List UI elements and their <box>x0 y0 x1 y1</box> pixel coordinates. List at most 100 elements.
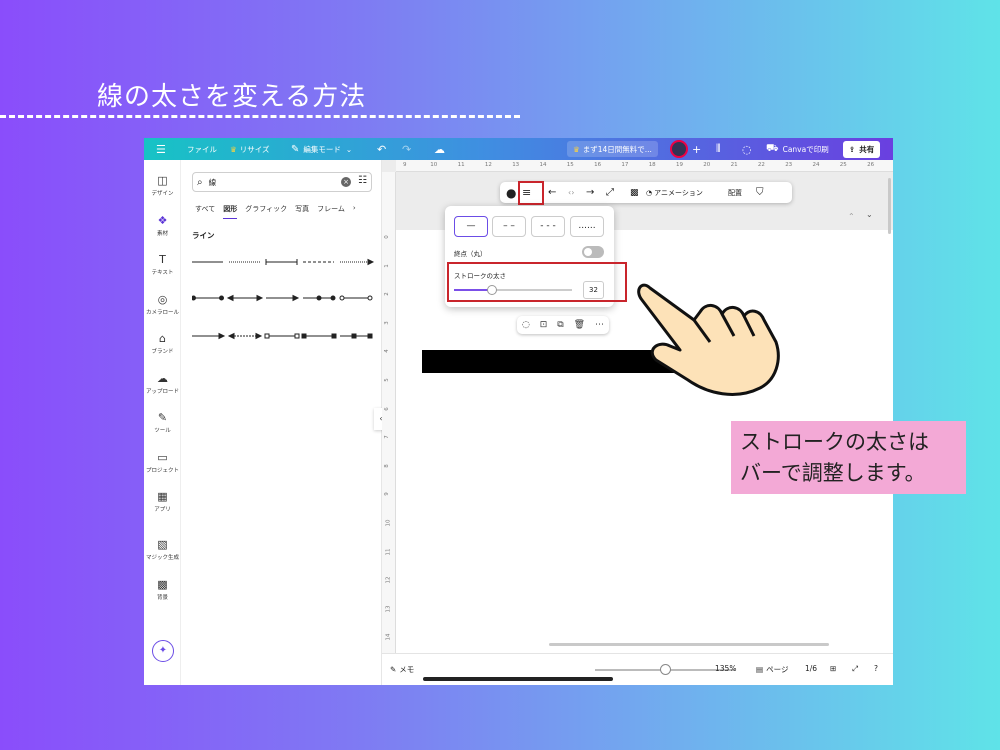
line-preset-dotted-arrow[interactable] <box>340 258 374 266</box>
tab-photos[interactable]: 写真 <box>295 204 309 219</box>
help-icon[interactable]: ? <box>874 664 878 673</box>
magic-assistant-button[interactable]: ✦ <box>152 640 174 662</box>
line-preset-dashed-double-arrow[interactable] <box>227 332 263 340</box>
ruler-tick: 5 <box>383 378 390 382</box>
dash-option-solid[interactable]: — <box>454 216 488 237</box>
search-input[interactable]: ⌕ 線 × ☷ <box>192 172 372 192</box>
dash-option-dotted[interactable]: ...... <box>570 216 604 237</box>
line-preset-dot-arrow[interactable] <box>303 295 336 301</box>
rail-item-brand[interactable]: ⌂ ブランド <box>144 332 181 355</box>
line-preset-arrow-short[interactable] <box>192 332 226 340</box>
highlight-stroke-button <box>518 181 544 205</box>
paint-roller-icon[interactable]: ⛉ <box>756 182 764 203</box>
rail-item-tools[interactable]: ✎ ツール <box>144 411 181 434</box>
callout-line-2: バーで調整します。 <box>740 461 926 485</box>
more-icon[interactable]: ⋯ <box>595 320 604 330</box>
line-preset-bar-ends[interactable] <box>265 259 298 265</box>
rounded-end-toggle[interactable] <box>582 246 604 258</box>
line-preset-square-ends[interactable] <box>264 333 300 339</box>
chevron-down-icon[interactable]: ⌄ <box>866 210 873 219</box>
line-color-icon[interactable]: ● <box>506 182 516 203</box>
share-button[interactable]: ⇪ 共有 <box>843 140 881 158</box>
redo-icon[interactable]: ↷ <box>402 138 411 160</box>
horizontal-scrollbar[interactable] <box>549 643 829 646</box>
rail-item-background[interactable]: ▩ 背景 <box>144 578 181 601</box>
ruler-tick: 11 <box>457 162 465 168</box>
search-icon: ⌕ <box>197 176 203 188</box>
dash-option-long[interactable]: – – <box>492 216 526 237</box>
ruler-top: 9 10 11 12 13 14 15 16 17 18 19 20 21 22 23 24 25 26 <box>396 160 893 172</box>
ruler-tick: 22 <box>757 162 765 168</box>
elements-icon: ❖ <box>157 214 168 227</box>
grid-view-icon[interactable]: ⊞ <box>830 664 836 673</box>
rail-item-projects[interactable]: ▭ プロジェクト <box>144 451 181 474</box>
line-preset-circle-ends[interactable] <box>339 295 373 301</box>
add-icon[interactable]: + <box>692 138 701 160</box>
line-preset-arrow[interactable] <box>266 294 300 302</box>
trash-icon[interactable]: 🗑 <box>574 320 585 330</box>
rail-item-design[interactable]: ◫ デザイン <box>144 174 181 197</box>
duplicate-icon[interactable]: ⧉ <box>557 320 563 330</box>
slide-title: 線の太さを変える方法 <box>97 82 367 112</box>
tab-graphics[interactable]: グラフィック <box>245 204 287 219</box>
ruler-tick: 19 <box>676 162 683 168</box>
avatar[interactable] <box>670 140 688 158</box>
line-preset-double-arrow[interactable] <box>226 294 264 302</box>
line-preset-dot-ends[interactable] <box>192 295 224 301</box>
filter-icon[interactable]: ☷ <box>358 175 367 186</box>
analytics-icon[interactable]: ⫴ <box>716 138 721 160</box>
rail-item-text[interactable]: T テキスト <box>144 253 181 276</box>
zoom-level[interactable]: 135% <box>715 664 736 673</box>
trial-button[interactable]: ♛ まず14日間無料で... <box>567 141 658 157</box>
page-count[interactable]: 1/6 <box>805 664 817 673</box>
ruler-tick: 0 <box>383 235 390 239</box>
ruler-tick: 3 <box>383 321 390 325</box>
print-button[interactable]: ⛟ Canvaで印刷 <box>766 138 829 160</box>
animation-button[interactable]: ◔ アニメーション <box>646 182 703 203</box>
fullscreen-icon[interactable]: ⤢ <box>852 664 858 674</box>
edit-mode-button[interactable]: ✎ 編集モード ⌄ <box>291 138 352 160</box>
resize-button[interactable]: ♛ リサイズ <box>230 138 270 160</box>
chevron-down-icon: ⌄ <box>345 144 353 154</box>
zoom-knob[interactable] <box>660 664 671 675</box>
chevron-right-icon[interactable]: › <box>353 204 356 219</box>
elbow-line-icon[interactable]: ⤢ <box>606 182 614 203</box>
clear-icon[interactable]: × <box>341 177 351 187</box>
tab-all[interactable]: すべて <box>195 204 215 219</box>
lock-icon[interactable]: ⊡ <box>540 320 548 330</box>
rail-item-elements[interactable]: ❖ 素材 <box>144 214 181 237</box>
line-end-icon[interactable]: → <box>586 182 594 203</box>
rail-item-apps[interactable]: ▦ アプリ <box>144 490 181 513</box>
vertical-scrollbar[interactable] <box>888 178 891 234</box>
comment-icon[interactable]: ◌ <box>742 138 752 160</box>
file-menu[interactable]: ファイル <box>187 138 217 160</box>
animation-icon: ◔ <box>646 188 653 197</box>
line-preset-filled-square-ends[interactable] <box>301 333 337 339</box>
ruler-tick: 24 <box>812 162 820 168</box>
editor-area: 9 10 11 12 13 14 15 16 17 18 19 20 21 22 23 24 25 26 0123… <box>382 160 893 653</box>
transparency-icon[interactable]: ▩ <box>630 182 639 203</box>
undo-icon[interactable]: ↶ <box>377 138 386 160</box>
line-type-icon[interactable]: ‹› <box>568 182 574 203</box>
cloud-sync-icon[interactable]: ☁ <box>434 138 445 160</box>
pencil-icon: ✎ <box>291 143 300 155</box>
dash-option-short[interactable]: - - - <box>531 216 565 237</box>
rail-item-camera-roll[interactable]: ◎ カメラロール <box>144 293 181 316</box>
position-button[interactable]: 配置 <box>728 182 742 203</box>
rail-item-magic-media[interactable]: ▧ マジック生成 <box>144 538 181 561</box>
line-preset-square-arrow[interactable] <box>340 333 373 339</box>
line-presets <box>192 258 374 340</box>
line-start-icon[interactable]: ← <box>548 182 556 203</box>
tab-frames[interactable]: フレーム <box>317 204 345 219</box>
annotation-callout: ストロークの太さは バーで調整します。 <box>731 421 966 494</box>
ruler-left: 0 1 2 3 4 5 6 7 8 9 10 11 12 13 14 <box>382 172 396 653</box>
notes-button[interactable]: ✎ メモ <box>390 664 414 675</box>
chevron-up-icon[interactable]: ⌃ <box>848 212 855 221</box>
ruler-tick: 12 <box>484 162 492 168</box>
pages-button[interactable]: ▤ ページ <box>756 664 788 675</box>
rail-item-upload[interactable]: ☁ アップロード <box>144 372 181 395</box>
comment-icon[interactable]: ◌ <box>522 320 530 330</box>
ruler-tick: 23 <box>785 162 793 168</box>
tab-shapes[interactable]: 図形 <box>223 204 238 219</box>
hamburger-icon[interactable]: ☰ <box>156 138 166 160</box>
